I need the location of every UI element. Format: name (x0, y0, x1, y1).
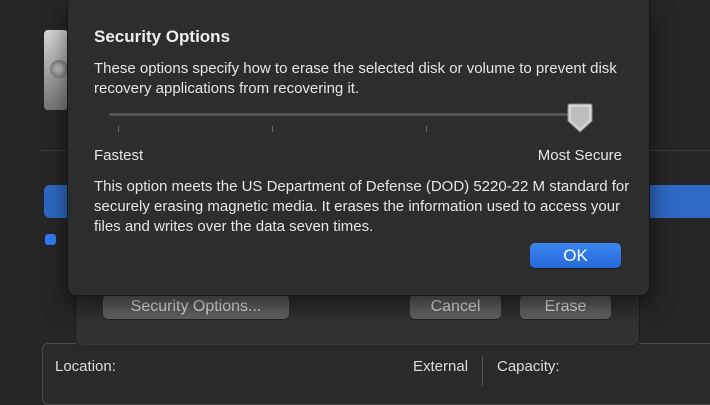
slider-min-label: Fastest (94, 147, 144, 164)
capacity-label: Capacity: (497, 358, 560, 375)
location-value: External (413, 358, 469, 375)
security-slider-track[interactable] (109, 113, 579, 116)
option-explanation: This option meets the US Department of D… (94, 178, 630, 235)
slider-thumb[interactable] (566, 102, 594, 134)
sheet-title: Security Options (94, 27, 231, 46)
sheet-description: These options specify how to erase the s… (94, 60, 617, 97)
slider-tick (426, 126, 427, 132)
disk-icon (44, 30, 68, 110)
security-options-button[interactable]: Security Options... (103, 295, 289, 319)
erase-button[interactable]: Erase (520, 295, 611, 319)
security-options-sheet: Security Options These options specify h… (67, 0, 650, 296)
selected-row-highlight-right[interactable] (648, 185, 710, 218)
location-label: Location: (55, 358, 116, 375)
slider-tick (118, 126, 119, 132)
cancel-button[interactable]: Cancel (410, 295, 501, 319)
slider-tick (272, 126, 273, 132)
volume-color-dot (45, 234, 56, 245)
info-separator (482, 356, 483, 386)
info-panel: Location: External Capacity: (42, 343, 710, 405)
slider-max-label: Most Secure (537, 147, 622, 164)
ok-button[interactable]: OK (530, 243, 621, 268)
